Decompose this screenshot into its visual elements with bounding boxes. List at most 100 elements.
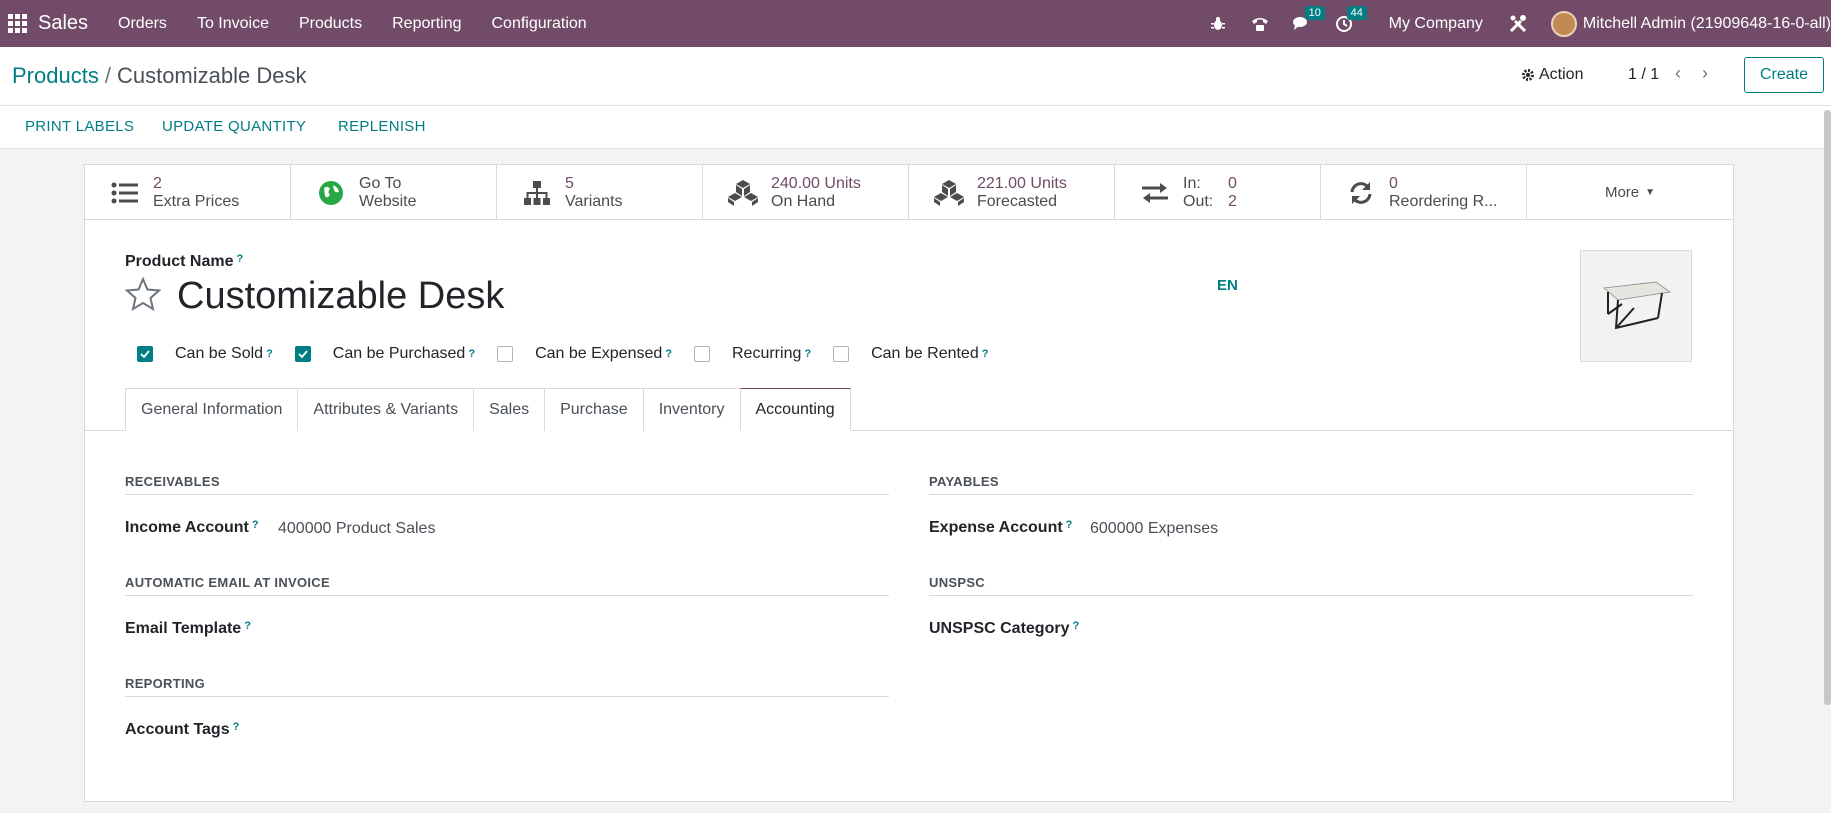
- activities-clock-icon[interactable]: 44: [1333, 5, 1367, 35]
- recurring-checkbox[interactable]: Recurring?: [694, 345, 811, 363]
- group-divider: [929, 595, 1693, 596]
- user-menu[interactable]: Mitchell Admin (21909648-16-0-all): [1583, 15, 1831, 33]
- forecasted-label: Forecasted: [977, 192, 1058, 210]
- replenish-button[interactable]: REPLENISH: [338, 118, 426, 135]
- group-divider: [929, 494, 1693, 495]
- favorite-star-icon[interactable]: [124, 276, 162, 315]
- apps-menu-icon[interactable]: [0, 0, 34, 47]
- tab-sales[interactable]: Sales: [473, 388, 546, 431]
- tab-attributes-variants[interactable]: Attributes & Variants: [297, 388, 475, 431]
- product-image[interactable]: [1580, 250, 1692, 362]
- print-labels-button[interactable]: PRINT LABELS: [25, 118, 134, 135]
- messages-badge: 10: [1304, 5, 1325, 20]
- go-to-website-button[interactable]: Go To Website: [291, 165, 497, 220]
- menu-orders[interactable]: Orders: [118, 15, 167, 33]
- extra-prices-label: Extra Prices: [153, 192, 240, 210]
- extra-prices-value: 2: [153, 174, 162, 192]
- account-tags-label: Account Tags?: [125, 721, 240, 738]
- page-scrollbar[interactable]: [1824, 110, 1831, 705]
- more-button[interactable]: More ▼: [1527, 165, 1733, 220]
- breadcrumb-separator: /: [104, 63, 111, 88]
- email-template-label: Email Template?: [125, 620, 251, 637]
- can-be-rented-label: Can be Rented: [871, 345, 979, 362]
- tab-general-information[interactable]: General Information: [125, 388, 299, 431]
- product-options: Can be Sold? Can be Purchased? Can be Ex…: [137, 345, 1010, 363]
- forecasted-button[interactable]: 221.00 Units Forecasted: [909, 165, 1115, 220]
- website-value: Go To: [359, 174, 402, 192]
- group-divider: [125, 696, 889, 697]
- tab-inventory[interactable]: Inventory: [642, 388, 741, 431]
- out-value: 2: [1228, 192, 1237, 210]
- tab-purchase[interactable]: Purchase: [544, 388, 644, 431]
- in-out-button[interactable]: In: 0 Out: 2: [1115, 165, 1321, 220]
- update-quantity-button[interactable]: UPDATE QUANTITY: [162, 118, 306, 135]
- form-header: PRINT LABELS UPDATE QUANTITY REPLENISH: [0, 106, 1831, 149]
- caret-down-icon: ▼: [1645, 187, 1656, 198]
- pager-value[interactable]: 1 / 1: [1628, 66, 1659, 84]
- checkbox-checked-icon[interactable]: [294, 346, 311, 362]
- income-account-field[interactable]: 400000 Product Sales: [278, 520, 435, 538]
- tools-icon[interactable]: [1507, 13, 1529, 35]
- expense-account-field[interactable]: 600000 Expenses: [1090, 520, 1218, 538]
- bug-icon[interactable]: [1207, 13, 1229, 35]
- top-navbar: Sales Orders To Invoice Products Reporti…: [0, 0, 1831, 47]
- action-button[interactable]: Action: [1521, 66, 1583, 84]
- forecasted-value: 221.00 Units: [977, 174, 1067, 192]
- auto-email-title: AUTOMATIC EMAIL AT INVOICE: [125, 575, 330, 590]
- checkbox-unchecked-icon[interactable]: [497, 346, 514, 362]
- control-panel: Products / Customizable Desk Action 1 / 1 …: [0, 47, 1831, 106]
- unspsc-category-label: UNSPSC Category?: [929, 620, 1080, 637]
- cubes-icon: [933, 177, 965, 209]
- in-label: In:: [1183, 174, 1201, 192]
- checkbox-unchecked-icon[interactable]: [694, 346, 710, 362]
- tab-accounting[interactable]: Accounting: [739, 388, 851, 431]
- reordering-rules-button[interactable]: 0 Reordering R...: [1321, 165, 1527, 220]
- extra-prices-button[interactable]: 2 Extra Prices: [85, 165, 291, 220]
- gear-icon: [1522, 69, 1534, 81]
- on-hand-label: On Hand: [771, 192, 836, 210]
- company-switcher[interactable]: My Company: [1389, 15, 1483, 33]
- receivables-title: RECEIVABLES: [125, 474, 220, 489]
- can-be-sold-label: Can be Sold: [175, 345, 264, 362]
- can-be-purchased-label: Can be Purchased: [332, 345, 466, 362]
- menu-to-invoice[interactable]: To Invoice: [197, 15, 269, 33]
- can-be-sold-checkbox[interactable]: Can be Sold?: [137, 345, 273, 363]
- checkbox-unchecked-icon[interactable]: [833, 346, 850, 362]
- can-be-rented-checkbox[interactable]: Can be Rented?: [833, 345, 988, 363]
- breadcrumb-current: Customizable Desk: [116, 63, 307, 88]
- globe-icon: [315, 177, 347, 209]
- menu-configuration[interactable]: Configuration: [492, 15, 587, 33]
- action-label: Action: [1539, 66, 1584, 83]
- refresh-icon: [1345, 177, 1377, 209]
- variants-label: Variants: [565, 192, 623, 210]
- smart-buttons: 2 Extra Prices Go To Website 5 Variants 240…: [85, 165, 1733, 220]
- breadcrumb: Products / Customizable Desk: [12, 63, 306, 89]
- on-hand-button[interactable]: 240.00 Units On Hand: [703, 165, 909, 220]
- user-avatar[interactable]: [1550, 10, 1577, 37]
- group-divider: [125, 595, 889, 596]
- menu-reporting[interactable]: Reporting: [392, 15, 461, 33]
- can-be-purchased-checkbox[interactable]: Can be Purchased?: [294, 345, 475, 363]
- chevron-right-icon[interactable]: ›: [1702, 63, 1708, 84]
- chevron-left-icon[interactable]: ‹: [1675, 63, 1681, 84]
- recurring-label: Recurring: [732, 345, 802, 362]
- checkbox-checked-icon[interactable]: [137, 346, 153, 362]
- cubes-icon: [727, 177, 759, 209]
- variants-button[interactable]: 5 Variants: [497, 165, 703, 220]
- language-toggle[interactable]: EN: [1217, 277, 1238, 294]
- messages-icon[interactable]: 10: [1291, 5, 1325, 35]
- app-name[interactable]: Sales: [38, 12, 88, 35]
- form-sheet: 2 Extra Prices Go To Website 5 Variants 240…: [84, 164, 1734, 802]
- can-be-expensed-checkbox[interactable]: Can be Expensed?: [497, 345, 672, 363]
- phone-icon[interactable]: [1249, 13, 1271, 35]
- breadcrumb-products[interactable]: Products: [12, 63, 99, 88]
- expense-account-label: Expense Account?: [929, 519, 1073, 536]
- on-hand-value: 240.00 Units: [771, 174, 861, 192]
- create-button[interactable]: Create: [1744, 57, 1824, 93]
- reordering-label: Reordering R...: [1389, 192, 1498, 210]
- product-title[interactable]: Customizable Desk: [177, 275, 504, 318]
- menu-products[interactable]: Products: [299, 15, 362, 33]
- variants-value: 5: [565, 174, 574, 192]
- website-label: Website: [359, 192, 417, 210]
- activities-badge: 44: [1346, 5, 1367, 20]
